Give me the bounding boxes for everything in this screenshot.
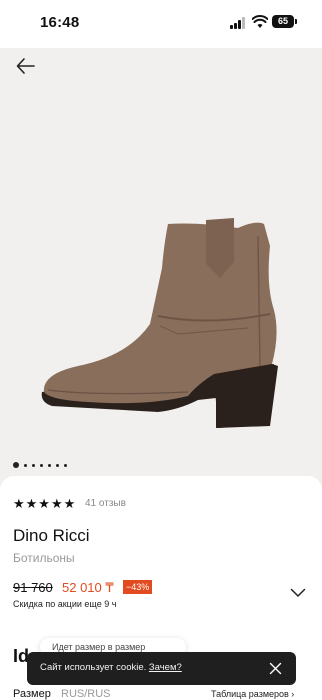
cookie-text: Сайт использует cookie. xyxy=(40,662,147,673)
gallery-dot[interactable] xyxy=(24,463,27,467)
battery-icon: 65 xyxy=(272,15,294,28)
status-bar: 16:48 65 xyxy=(0,0,322,48)
cookie-message: Сайт использует cookie. Зачем? xyxy=(40,662,182,673)
close-icon[interactable] xyxy=(269,662,282,675)
current-price: 52 010 ₸ xyxy=(62,580,114,595)
reviews-count-link[interactable]: 41 отзыв xyxy=(85,498,126,509)
gallery-dot[interactable] xyxy=(56,463,59,467)
promo-timer: Скидка по акции еще 9 ч xyxy=(13,599,117,609)
gallery-dot[interactable] xyxy=(64,463,67,467)
old-price: 91 760 xyxy=(13,580,53,595)
cellular-signal-icon xyxy=(230,17,248,29)
chevron-down-icon[interactable] xyxy=(290,588,306,598)
battery-tip xyxy=(295,19,297,24)
size-system-value[interactable]: RUS/RUS xyxy=(61,688,111,700)
gallery-pagination[interactable] xyxy=(13,462,67,468)
product-category: Ботильоны xyxy=(13,551,75,565)
cookie-why-link[interactable]: Зачем? xyxy=(149,662,182,673)
size-label: Размер xyxy=(13,688,51,700)
product-gallery[interactable] xyxy=(0,48,322,488)
discount-badge: −43% xyxy=(123,580,153,594)
cookie-banner: Сайт использует cookie. Зачем? xyxy=(27,652,296,685)
gallery-dot[interactable] xyxy=(40,463,43,467)
rating-stars[interactable]: ★★★★★ xyxy=(13,496,76,512)
product-image-boot xyxy=(41,218,278,428)
gallery-dot[interactable] xyxy=(48,463,51,467)
wifi-icon xyxy=(252,15,268,28)
back-arrow-icon[interactable] xyxy=(14,54,38,78)
gallery-dot[interactable] xyxy=(32,463,35,467)
product-brand[interactable]: Dino Ricci xyxy=(13,526,90,546)
gallery-dot-active[interactable] xyxy=(13,462,19,468)
status-time: 16:48 xyxy=(40,14,80,31)
